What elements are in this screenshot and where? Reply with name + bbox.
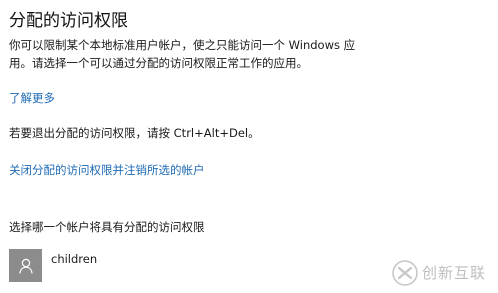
- description-line-1: 你可以限制某个本地标准用户帐户，使之只能访问一个 Windows 应: [9, 38, 356, 52]
- learn-more-link[interactable]: 了解更多: [9, 90, 55, 106]
- exit-instruction-text: 若要退出分配的访问权限，请按 Ctrl+Alt+Del。: [9, 126, 260, 140]
- watermark-text: 创新互联: [422, 264, 487, 282]
- account-name: children: [51, 252, 98, 266]
- user-icon: [18, 258, 33, 274]
- watermark: 创新互联: [392, 256, 486, 290]
- assigned-access-page: 分配的访问权限 你可以限制某个本地标准用户帐户，使之只能访问一个 Windows…: [0, 0, 498, 293]
- account-selector-button[interactable]: children: [9, 249, 239, 285]
- choose-account-label: 选择哪一个帐户将具有分配的访问权限: [9, 220, 205, 234]
- account-avatar: [9, 249, 42, 282]
- brand-logo-icon: [392, 260, 418, 286]
- page-description: 你可以限制某个本地标准用户帐户，使之只能访问一个 Windows 应 用。请选择…: [9, 36, 449, 72]
- close-assigned-access-link[interactable]: 关闭分配的访问权限并注销所选的帐户: [9, 162, 205, 178]
- page-title: 分配的访问权限: [9, 11, 128, 31]
- description-line-2: 用。请选择一个可以通过分配的访问权限正常工作的应用。: [9, 56, 308, 70]
